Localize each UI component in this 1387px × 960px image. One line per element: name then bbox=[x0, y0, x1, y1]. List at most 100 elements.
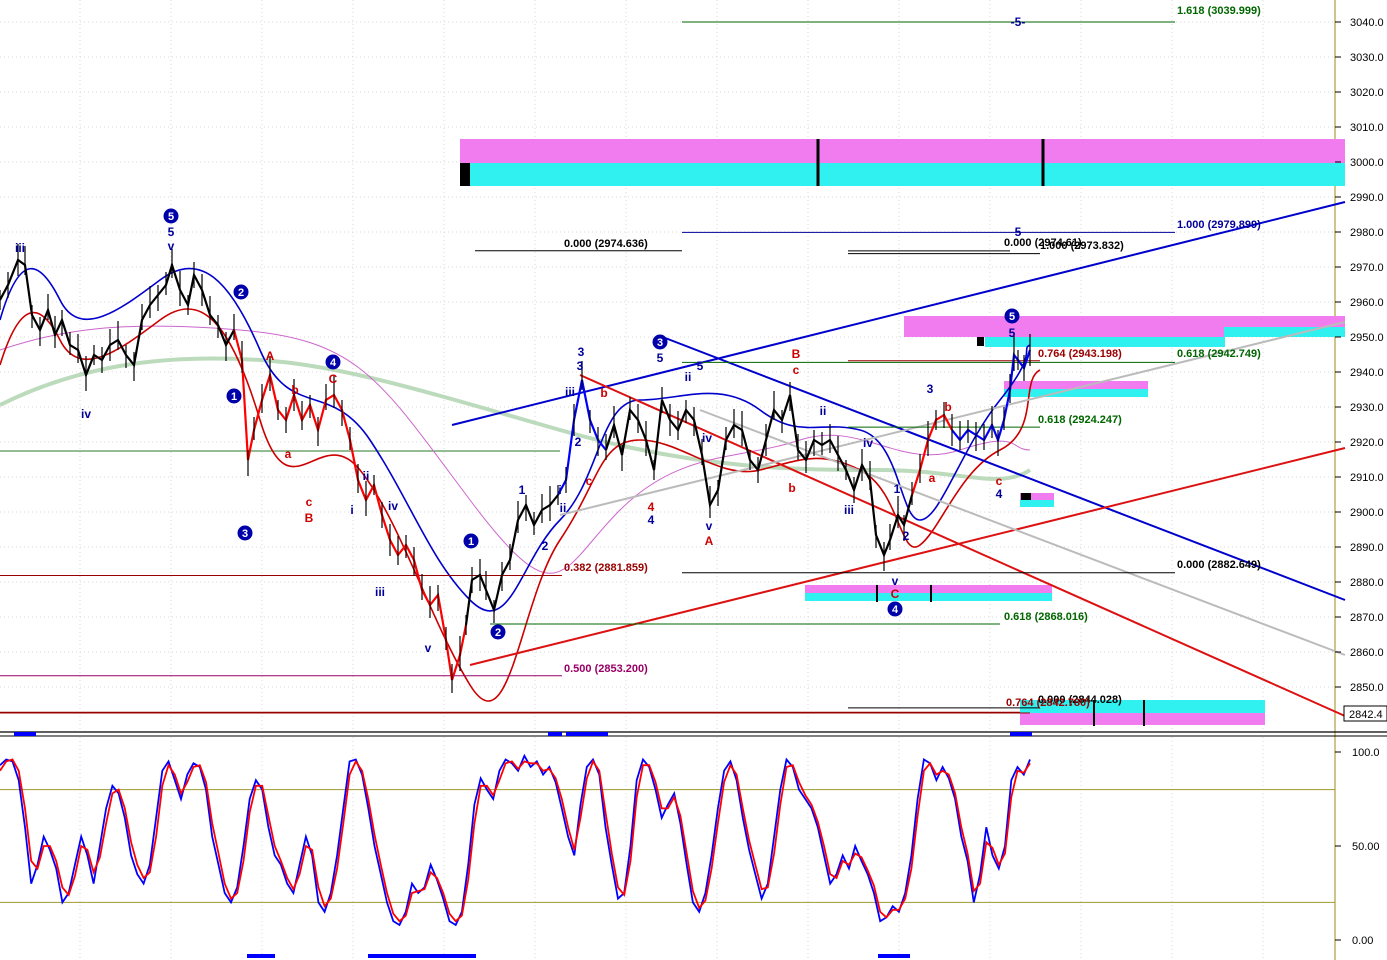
wave-label: 5 bbox=[1015, 225, 1022, 239]
wave-label: ii bbox=[363, 469, 370, 483]
wave-label: 5 bbox=[168, 225, 175, 239]
elliott-wave-chart: 1.618 (3039.999) 1.000 (2979.899) 0.000 (2… bbox=[0, 0, 1387, 960]
wave-circle-label: 2 bbox=[238, 287, 244, 299]
price-tick-label: 3000.0 bbox=[1350, 157, 1384, 169]
wave-label: iii bbox=[375, 585, 385, 599]
wave-label: 5 bbox=[1009, 326, 1016, 340]
wave-label: iii bbox=[844, 503, 854, 517]
wave-label: v bbox=[168, 239, 175, 253]
fib-label: 0.764 (2943.198) bbox=[1038, 348, 1122, 360]
wave-label: c bbox=[586, 474, 593, 488]
wave-label: a bbox=[285, 447, 292, 461]
wave-label: b bbox=[291, 383, 298, 397]
fib-label: 1.000 (2979.899) bbox=[1177, 219, 1261, 231]
zone-2905-cyan bbox=[1020, 500, 1054, 507]
zone-2940-cyan bbox=[1004, 389, 1148, 397]
wave-circle-label: 1 bbox=[468, 536, 474, 548]
zone-3000-pink bbox=[460, 139, 1345, 163]
price-tick-label: 2960.0 bbox=[1350, 297, 1384, 309]
wave-label: 4 bbox=[996, 487, 1003, 501]
wave-label: 3 bbox=[927, 382, 934, 396]
wave-circle-label: 5 bbox=[168, 211, 174, 223]
wave-label: v bbox=[706, 519, 713, 533]
wave-circle-label: 4 bbox=[330, 357, 337, 369]
fib-label: 0.618 (2868.016) bbox=[1004, 611, 1088, 623]
wave-label: iv bbox=[863, 436, 873, 450]
wave-label: b bbox=[600, 386, 607, 400]
wave-label: c bbox=[306, 495, 313, 509]
cycle-marker bbox=[548, 732, 562, 736]
fib-label: 0.618 (2942.749) bbox=[1177, 348, 1261, 360]
wave-label: A bbox=[705, 534, 714, 548]
price-tick-label: 2890.0 bbox=[1350, 542, 1384, 554]
wave-label: iv bbox=[702, 431, 712, 445]
zone-2955-pink bbox=[904, 316, 1345, 327]
wave-label: v bbox=[892, 574, 899, 588]
wave-label: 2 bbox=[575, 435, 582, 449]
zone-2880-pink bbox=[805, 585, 1052, 593]
osc-tick-label: 0.00 bbox=[1352, 935, 1373, 947]
wave-label: ii bbox=[685, 370, 692, 384]
wave-label: b bbox=[788, 481, 795, 495]
wave-circle-label: 5 bbox=[1009, 311, 1015, 323]
zone-2955-pink2 bbox=[904, 327, 1224, 337]
wave-label: 4 bbox=[648, 500, 655, 514]
fib-label: 0.382 (2881.859) bbox=[564, 562, 648, 574]
price-tick-label: 2970.0 bbox=[1350, 262, 1384, 274]
wave-circle-label: 2 bbox=[495, 627, 501, 639]
price-tick-label: 2930.0 bbox=[1350, 402, 1384, 414]
wave-label: i bbox=[558, 483, 561, 497]
wave-label: A bbox=[266, 349, 275, 363]
fib-label: 1.618 (3039.999) bbox=[1177, 5, 1261, 17]
cycle-marker bbox=[14, 732, 36, 736]
wave-label: -5- bbox=[1011, 15, 1026, 29]
wave-label: 1 bbox=[894, 482, 901, 496]
price-tick-label: 2990.0 bbox=[1350, 192, 1384, 204]
cycle-marker bbox=[1010, 732, 1032, 736]
wave-label: b bbox=[944, 400, 951, 414]
zone-marker bbox=[460, 163, 470, 186]
wave-label: C bbox=[891, 587, 900, 601]
zone-2844-pink bbox=[1020, 713, 1265, 725]
wave-label: c bbox=[996, 474, 1003, 488]
wave-circle-label: 3 bbox=[657, 337, 663, 349]
wave-label: 5 bbox=[697, 359, 704, 373]
fib-label: 1.000 (2973.832) bbox=[1040, 240, 1124, 252]
price-tick-label: 2860.0 bbox=[1350, 647, 1384, 659]
wave-label: c bbox=[793, 363, 800, 377]
wave-label: ii bbox=[560, 501, 567, 515]
price-tick-label: 2910.0 bbox=[1350, 472, 1384, 484]
zone-marker bbox=[977, 337, 984, 346]
fib-label: 0.618 (2924.247) bbox=[1038, 414, 1122, 426]
zone-3000-cyan bbox=[460, 163, 1345, 186]
wave-circle-label: 3 bbox=[242, 528, 248, 540]
price-tick-label: 2920.0 bbox=[1350, 437, 1384, 449]
fib-label: 0.764 (2842.780) bbox=[1006, 697, 1090, 709]
wave-label: i bbox=[350, 503, 353, 517]
cycle-marker bbox=[566, 732, 608, 736]
wave-label: 4 bbox=[648, 513, 655, 527]
cycle-marker bbox=[878, 954, 910, 958]
wave-circle-label: 1 bbox=[231, 391, 237, 403]
cycle-marker bbox=[247, 954, 275, 958]
cycle-marker bbox=[368, 954, 476, 958]
price-tick-label: 3020.0 bbox=[1350, 87, 1384, 99]
wave-label: 1 bbox=[519, 483, 526, 497]
wave-label: B bbox=[792, 347, 801, 361]
wave-label: v bbox=[425, 641, 432, 655]
wave-label: iv bbox=[388, 499, 398, 513]
price-tick-label: 2880.0 bbox=[1350, 577, 1384, 589]
wave-label: 2 bbox=[903, 529, 910, 543]
fib-label: 0.500 (2853.200) bbox=[564, 663, 648, 675]
price-tick-label: 2940.0 bbox=[1350, 367, 1384, 379]
price-tick-label: 3040.0 bbox=[1350, 17, 1384, 29]
wave-label: 3 bbox=[577, 359, 584, 373]
price-tick-label: 2980.0 bbox=[1350, 227, 1384, 239]
wave-label: iii bbox=[565, 385, 575, 399]
price-tick-label: 2870.0 bbox=[1350, 612, 1384, 624]
price-tick-label: 2900.0 bbox=[1350, 507, 1384, 519]
price-tick-label: 3010.0 bbox=[1350, 122, 1384, 134]
wave-label: iv bbox=[81, 407, 91, 421]
wave-label: C bbox=[329, 372, 338, 386]
wave-label: 2 bbox=[542, 539, 549, 553]
